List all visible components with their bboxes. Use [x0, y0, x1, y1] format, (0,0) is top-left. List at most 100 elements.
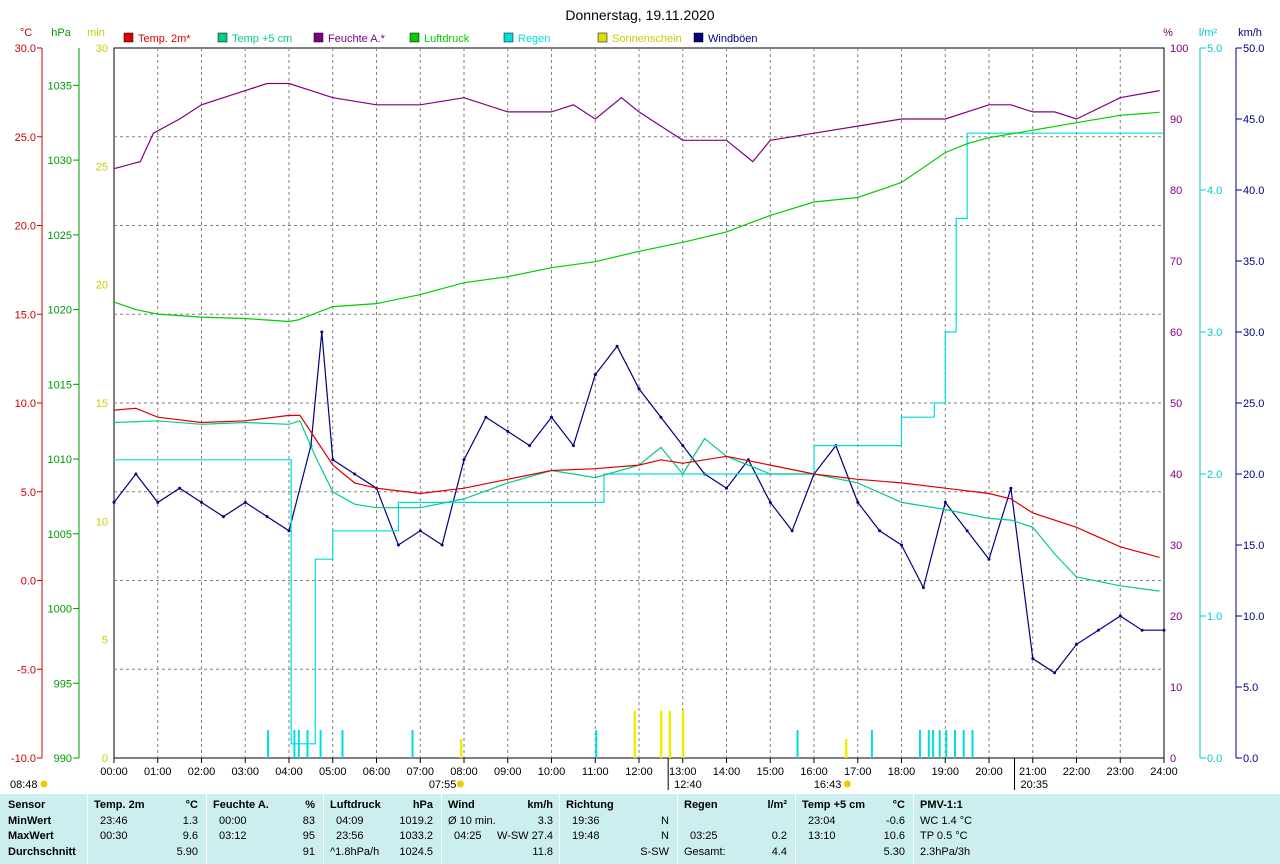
wind-axis-label: 50.0	[1243, 43, 1264, 55]
sun-axis-label: 25	[96, 161, 108, 173]
windgust-point	[921, 586, 925, 590]
rain-event-marker	[306, 730, 309, 758]
sunset-label: 16:43	[814, 779, 842, 791]
daylength-sun-icon	[40, 780, 48, 788]
pressure-axis-label: 1025	[48, 230, 72, 242]
windgust-point	[571, 444, 575, 448]
temp-axis-label: -10.0	[11, 753, 36, 765]
wind-column: Wind km/h Ø 10 min. 3.3 04:25 W-SW 27.4 …	[442, 794, 560, 864]
temp-axis-label: 15.0	[15, 309, 36, 321]
rain-event-marker	[595, 730, 598, 758]
x-tick-label: 24:00	[1150, 766, 1178, 778]
humidity-header: Feuchte A.	[213, 799, 269, 811]
temp5cm-min-time: 23:04	[808, 815, 836, 827]
temp5cm-min-value: -0.6	[886, 815, 905, 827]
x-tick-label: 11:00	[582, 766, 609, 778]
rain-event-marker	[341, 730, 344, 758]
humidity-axis-label: 20	[1170, 611, 1182, 623]
temp-axis-label: 30.0	[15, 43, 36, 55]
windgust-point	[593, 373, 597, 377]
temp-axis-label: 10.0	[15, 398, 36, 410]
summary-table: Sensor MinWert MaxWert Durchschnitt Temp…	[0, 794, 1280, 864]
moonrise-label: 12:40	[674, 779, 702, 791]
x-tick-label: 02:00	[188, 766, 216, 778]
windgust-point	[659, 415, 663, 419]
wind-axis-label: 20.0	[1243, 469, 1264, 481]
pressure-unit: hPa	[412, 799, 433, 811]
windgust-point	[725, 486, 728, 490]
pressure-axis-label: 1010	[48, 454, 72, 466]
windgust-point	[878, 529, 882, 533]
rain-event-marker	[927, 730, 930, 758]
windgust-point	[265, 515, 269, 519]
pmv-pressure-trend: 2.3hPa/3h	[920, 846, 971, 858]
sunrise-label: 07:55	[429, 779, 457, 791]
sun-axis-label: 15	[96, 398, 108, 410]
temp-axis-label: -5.0	[17, 664, 36, 676]
windgust-point	[900, 543, 903, 547]
wind-axis-label: 15.0	[1243, 540, 1264, 552]
windgust-point	[1118, 614, 1122, 618]
x-tick-label: 19:00	[931, 766, 959, 778]
humidity-max-value: 95	[302, 830, 315, 842]
row-label-min: MinWert	[8, 815, 52, 827]
humidity-min-time: 00:00	[219, 815, 247, 827]
windgust-point	[1162, 628, 1166, 632]
temp5cm-max-time: 13:10	[808, 830, 836, 842]
chart-title: Donnerstag, 19.11.2020	[565, 7, 714, 23]
sensor-column: Sensor MinWert MaxWert Durchschnitt	[0, 794, 88, 864]
legend-swatch	[217, 32, 228, 43]
windgust-point	[1053, 671, 1057, 675]
windgust-point	[550, 415, 553, 419]
rain-event-marker	[293, 730, 296, 758]
pressure-max-value: 1033.2	[399, 830, 433, 842]
temp2m-max-time: 00:30	[100, 830, 128, 842]
windgust-point	[200, 500, 203, 504]
sun-unit: min	[87, 27, 105, 39]
pressure-axis-label: 990	[54, 753, 72, 765]
x-tick-label: 16:00	[800, 766, 828, 778]
temp2m-min-value: 1.3	[182, 815, 198, 827]
x-tick-label: 23:00	[1106, 766, 1134, 778]
direction-min-value: N	[661, 815, 669, 827]
humidity-unit: %	[1163, 27, 1173, 39]
x-tick-label: 07:00	[406, 766, 434, 778]
weather-chart: 00:00 01:00 02:00 03:00 04:00 05:00 06:00 07:00…	[10, 7, 1264, 791]
x-tick-label: 01:00	[144, 766, 172, 778]
wind-axis-label: 10.0	[1243, 611, 1264, 623]
temp-unit: °C	[20, 27, 32, 39]
rain-event-marker	[411, 730, 414, 758]
wind-axis-label: 35.0	[1243, 256, 1264, 268]
windgust-point	[506, 429, 510, 433]
windgust-point	[112, 500, 116, 504]
humidity-axis-label: 10	[1170, 682, 1182, 694]
windgust-point	[440, 543, 444, 547]
pressure-axis-label: 1005	[48, 529, 72, 541]
x-tick-label: 00:00	[100, 766, 128, 778]
legend-label: Temp +5 cm	[232, 33, 292, 45]
rain-event-marker	[954, 730, 956, 758]
x-tick-label: 10:00	[538, 766, 566, 778]
rain-axis-label: 0.0	[1207, 753, 1222, 765]
windgust-point	[156, 500, 160, 504]
humidity-unit: %	[305, 799, 315, 811]
windgust-point	[856, 500, 860, 504]
rain-axis-label: 5.0	[1207, 43, 1222, 55]
legend-swatch	[409, 32, 420, 43]
pmv-header: PMV-1:1	[920, 799, 963, 811]
windgust-point	[965, 529, 969, 533]
direction-avg-value: S-SW	[640, 846, 669, 858]
direction-max-value: N	[661, 830, 669, 842]
temp5cm-unit: °C	[892, 799, 905, 811]
rain-event-marker	[932, 730, 935, 758]
rain-total-value: 4.4	[771, 846, 787, 858]
humidity-axis-label: 100	[1170, 43, 1188, 55]
wind-axis-label: 45.0	[1243, 114, 1264, 126]
wind-axis-label: 0.0	[1243, 753, 1258, 765]
pressure-min-value: 1019.2	[399, 815, 433, 827]
humidity-max-time: 03:12	[219, 830, 247, 842]
humidity-axis-label: 80	[1170, 185, 1182, 197]
sun-axis-label: 5	[102, 635, 108, 647]
daylength-label: 08:48	[10, 779, 38, 791]
rain-event-marker	[945, 730, 948, 758]
